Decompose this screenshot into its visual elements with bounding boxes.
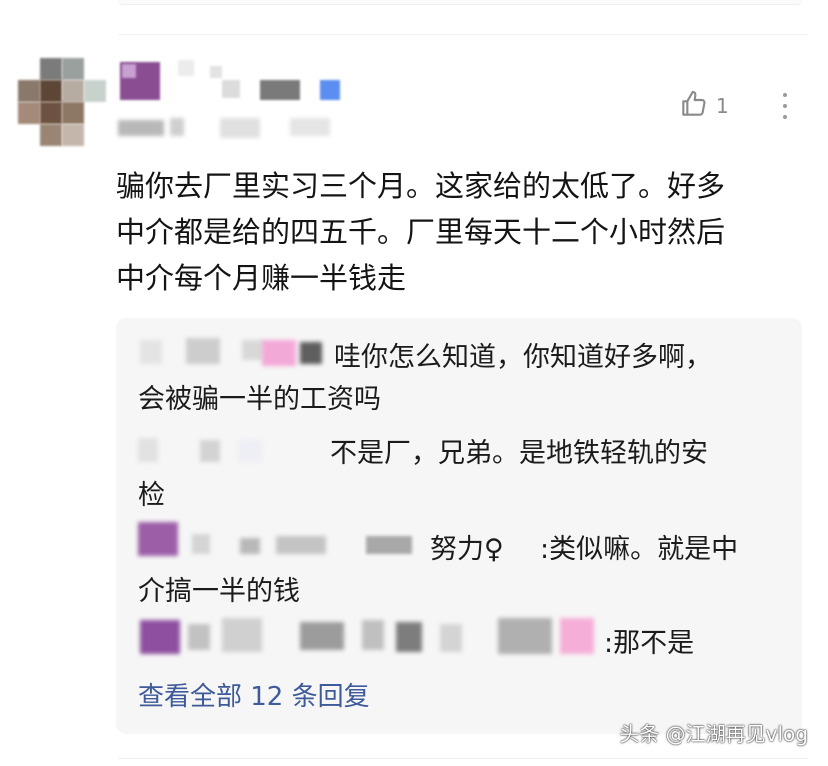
reply-1-line-2: 会被骗一半的工资吗 [138,384,381,415]
view-all-replies-link[interactable]: 查看全部 12 条回复 [138,676,370,713]
like-button[interactable]: 1 [678,86,740,126]
reply-2-line-2: 检 [138,480,165,511]
previous-reply-panel-edge [118,0,802,5]
avatar[interactable] [18,58,106,146]
more-options-button[interactable] [778,86,792,126]
divider [118,758,808,759]
reply-4-line-1: :那不是 [604,628,695,659]
more-vertical-icon [783,93,787,97]
divider [118,34,808,35]
reply-3-line-2: 介搞一半的钱 [138,576,300,607]
thumbs-up-icon [678,88,710,124]
like-count: 1 [716,94,729,118]
comment-text: 骗你去厂里实习三个月。这家给的太低了。好多 中介都是给的四五千。厂里每天十二个小… [116,163,816,301]
watermark: 头条 @江湖再见vlog [619,722,808,746]
comment-line: 中介每个月赚一半钱走 [116,261,407,295]
comment-line: 骗你去厂里实习三个月。这家给的太低了。好多 [116,169,726,203]
reply-2-line-1: 不是厂，兄弟。是地铁轻轨的安 [330,438,708,469]
comment-line: 中介都是给的四五千。厂里每天十二个小时然后 [116,215,726,249]
reply-1-line-1: 哇你怎么知道，你知道好多啊， [334,342,712,373]
reply-3-author-tail: 努力♀ [430,534,504,565]
reply-3-line-1: :类似嘛。就是中 [540,534,739,565]
